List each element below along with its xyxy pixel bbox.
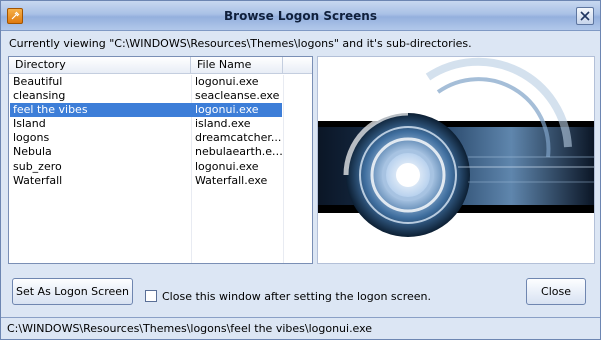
row-file-name: nebulaearth.exe	[195, 145, 283, 159]
list-row[interactable]: Waterfall Waterfall.exe	[9, 174, 312, 188]
column-header-file-name[interactable]: File Name	[191, 57, 283, 74]
column-header-filler	[283, 57, 312, 74]
logon-list-view[interactable]: Directory File Name Beautiful logonui.exe…	[8, 56, 313, 264]
list-header: Directory File Name	[9, 57, 312, 74]
logon-preview-image	[317, 56, 595, 264]
browse-logon-window: Browse Logon Screens Currently viewing "…	[0, 0, 601, 340]
row-file-name: Waterfall.exe	[195, 173, 268, 187]
list-row[interactable]: logons dreamcatcher...	[9, 131, 312, 145]
list-row[interactable]: feel the vibes logonui.exe	[9, 103, 312, 118]
list-row[interactable]: sub_zero logonui.exe	[9, 160, 312, 174]
status-bar: C:\WINDOWS\Resources\Themes\logons\feel …	[1, 317, 600, 339]
close-after-checkbox[interactable]	[145, 290, 157, 302]
row-directory: cleansing	[13, 89, 66, 103]
set-as-logon-screen-button[interactable]: Set As Logon Screen	[12, 278, 133, 305]
title-bar[interactable]: Browse Logon Screens	[1, 1, 600, 31]
row-directory: Island	[13, 117, 46, 131]
row-directory: Beautiful	[13, 75, 63, 88]
list-rows: Beautiful logonui.exe cleansing seacleanse.…	[9, 75, 312, 188]
row-directory: logons	[13, 131, 50, 145]
row-file-name: logonui.exe	[195, 103, 259, 117]
status-path: C:\WINDOWS\Resources\Themes\logons\feel …	[7, 322, 373, 335]
column-header-directory[interactable]: Directory	[9, 57, 191, 74]
row-file-name: island.exe	[195, 117, 251, 131]
close-icon	[580, 11, 590, 21]
close-button[interactable]: Close	[526, 278, 586, 305]
row-directory: sub_zero	[13, 159, 62, 173]
row-directory: feel the vibes	[13, 103, 88, 117]
list-row[interactable]: Beautiful logonui.exe	[9, 75, 312, 89]
list-row[interactable]: Island island.exe	[9, 117, 312, 131]
row-file-name: seacleanse.exe	[195, 89, 280, 103]
close-window-button[interactable]	[576, 7, 594, 25]
list-row[interactable]: cleansing seacleanse.exe	[9, 89, 312, 103]
row-file-name: dreamcatcher...	[195, 131, 282, 145]
row-directory: Nebula	[13, 145, 52, 159]
preview-artwork	[318, 57, 594, 263]
row-file-name: logonui.exe	[195, 75, 259, 88]
row-directory: Waterfall	[13, 173, 63, 187]
window-title: Browse Logon Screens	[224, 9, 377, 23]
row-file-name: logonui.exe	[195, 159, 259, 173]
close-after-label[interactable]: Close this window after setting the logo…	[162, 290, 431, 303]
current-folder-text: Currently viewing "C:\WINDOWS\Resources\…	[9, 37, 472, 50]
list-row[interactable]: Nebula nebulaearth.exe	[9, 145, 312, 159]
